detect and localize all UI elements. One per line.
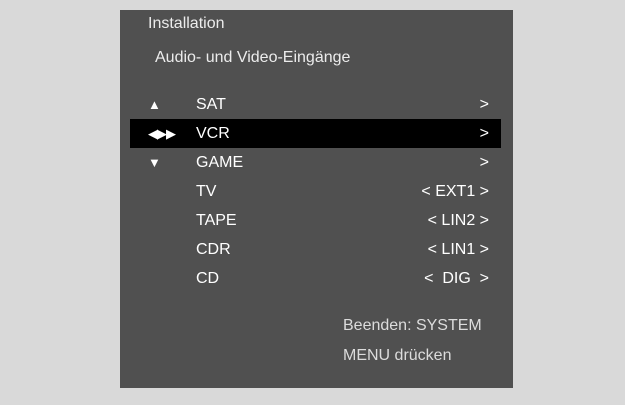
menu-item-value: > [479,125,489,142]
menu-item-game[interactable]: ▼ GAME > [120,148,513,177]
up-arrow-icon: ▲ [148,97,161,112]
menu-title: Installation [148,15,225,32]
menu-item-sat[interactable]: ▲ SAT > [120,90,513,119]
exit-hint-line-2: MENU drücken [343,347,452,364]
menu-item-label: SAT [196,96,226,113]
menu-item-value[interactable]: < LIN2 > [428,206,489,235]
menu-item-label: VCR [196,125,230,142]
exit-hint-line-1: Beenden: SYSTEM [343,317,482,334]
menu-subtitle: Audio- und Video-Eingänge [155,49,351,66]
menu-item-value: > [479,96,489,113]
menu-item-label: TAPE [196,212,237,229]
menu-item-label: CDR [196,241,231,258]
osd-menu-panel: Installation Audio- und Video-Eingänge ▲… [120,10,513,388]
down-arrow-icon: ▼ [148,155,161,170]
menu-item-label: TV [196,183,217,200]
menu-item-label: GAME [196,154,244,171]
input-source-list: ▲ SAT > ◀▶▶ VCR > ▼ GAME > TV < EXT1 > T… [120,90,513,293]
menu-item-cdr[interactable]: CDR < LIN1 > [120,235,513,264]
menu-item-tv[interactable]: TV < EXT1 > [120,177,513,206]
menu-item-vcr[interactable]: ◀▶▶ VCR > [130,119,501,148]
menu-item-cd[interactable]: CD < DIG > [120,264,513,293]
left-right-arrow-icon: ◀▶▶ [148,126,176,141]
menu-item-tape[interactable]: TAPE < LIN2 > [120,206,513,235]
menu-item-label: CD [196,270,220,287]
menu-item-value[interactable]: < LIN1 > [428,235,489,264]
menu-item-value[interactable]: < DIG > [424,264,489,293]
menu-item-value: > [479,154,489,171]
menu-item-value[interactable]: < EXT1 > [421,177,489,206]
